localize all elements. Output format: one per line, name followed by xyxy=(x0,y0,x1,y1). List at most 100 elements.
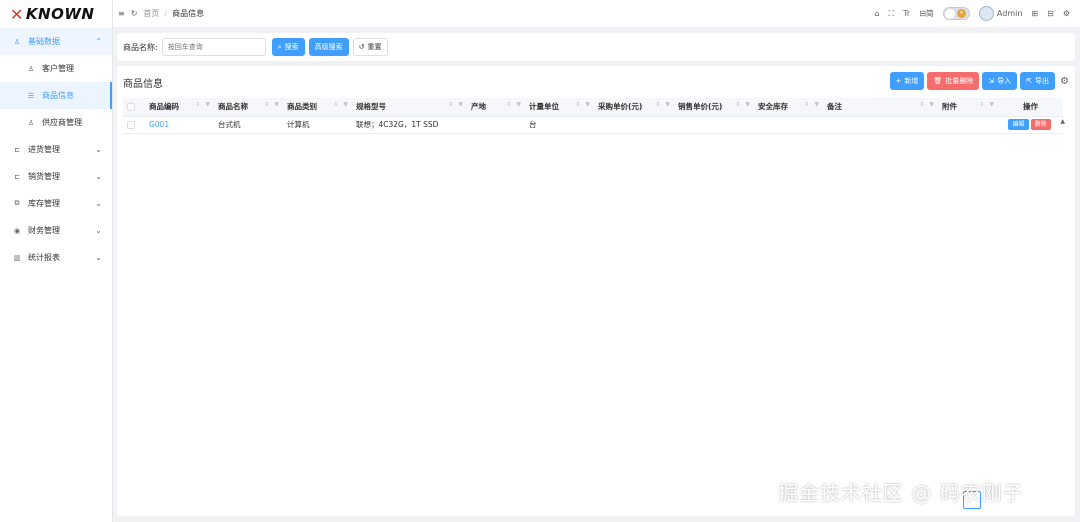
advanced-search-button[interactable]: 高级搜索 xyxy=(308,38,349,56)
col-sale-price[interactable]: 销售单价(元) ⇕ ▼ xyxy=(674,98,754,117)
menu-group-purchase[interactable]: ⊏ 进货管理 ⌄ xyxy=(0,136,112,163)
import-button[interactable]: ⇲ 导入 xyxy=(982,72,1018,90)
menu-fold-icon[interactable]: ≡ xyxy=(118,9,125,18)
sort-icon[interactable]: ⇕ xyxy=(979,101,984,108)
chevron-down-icon: ⌄ xyxy=(95,253,102,262)
import-icon: ⇲ xyxy=(988,77,995,85)
user-menu[interactable]: Admin xyxy=(978,6,1022,21)
filter-icon[interactable]: ▼ xyxy=(745,101,750,108)
filter-icon[interactable]: ▼ xyxy=(205,101,210,108)
language-switch[interactable]: ⊟简 xyxy=(919,8,934,19)
header-toolbar: ⌂ ⛶ Tr ⊟简 ☀ Admin ⊞ ⊟ ⚙ xyxy=(875,0,1070,27)
export-icon: ⇱ xyxy=(1026,77,1033,85)
menu-group-basic-data[interactable]: ♙ 基础数据 ⌃ xyxy=(0,28,112,55)
add-button[interactable]: + 新增 xyxy=(889,72,925,90)
sun-icon: ☀ xyxy=(956,9,966,18)
tabs-icon[interactable]: ⊟ xyxy=(1047,9,1054,18)
font-size-button[interactable]: Tr xyxy=(903,9,910,18)
sort-icon[interactable]: ⇕ xyxy=(333,101,338,108)
row-checkbox[interactable] xyxy=(127,121,135,129)
product-name-input[interactable] xyxy=(161,38,266,56)
col-attachment[interactable]: 附件 ⇕ ▼ xyxy=(938,98,998,117)
filter-icon[interactable]: ▼ xyxy=(665,101,670,108)
reset-button[interactable]: ↺ 重置 xyxy=(352,38,388,56)
scroll-up-icon[interactable]: ▲ xyxy=(1060,118,1065,125)
filter-icon[interactable]: ▼ xyxy=(458,101,463,108)
col-operation: 操作 xyxy=(998,98,1063,117)
layout-icon[interactable]: ⊞ xyxy=(1031,9,1038,18)
column-settings-icon[interactable]: ⚙ xyxy=(1060,76,1069,87)
product-table: 商品编码 ⇕ ▼ 商品名称 ⇕ ▼ 商品类别 ⇕ ▼ 规格型号 ⇕ ▼ 产地 ⇕ ▼ 计量单位 ⇕ ▼ … xyxy=(123,98,1063,134)
panel-actions: + 新增 🗑 批量删除 ⇲ 导入 ⇱ 导出 ⚙ xyxy=(889,72,1069,90)
sort-icon[interactable]: ⇕ xyxy=(264,101,269,108)
cell-attachment xyxy=(938,116,998,134)
edit-button[interactable]: 编辑 xyxy=(1008,119,1029,130)
menu-group-stock[interactable]: ⧉ 库存管理 ⌄ xyxy=(0,190,112,217)
theme-toggle[interactable]: ☀ xyxy=(942,7,970,20)
export-button[interactable]: ⇱ 导出 xyxy=(1020,72,1056,90)
brand-logo[interactable]: ✕ KNOWN xyxy=(0,0,112,28)
row-select-cell xyxy=(123,116,145,134)
fullscreen-icon[interactable]: ⛶ xyxy=(889,9,895,19)
cell-category: 计算机 xyxy=(283,116,352,134)
filter-icon[interactable]: ▼ xyxy=(989,101,994,108)
sidebar-item-customer[interactable]: ♙ 客户管理 xyxy=(0,55,112,82)
product-panel: 商品信息 + 新增 🗑 批量删除 ⇲ 导入 ⇱ 导出 ⚙ 商品编码 ⇕ ▼ 商品名称 ⇕ ▼ 商… xyxy=(117,66,1075,516)
breadcrumb-home[interactable]: 首页 xyxy=(143,8,159,19)
side-menu: ♙ 基础数据 ⌃ ♙ 客户管理 ☰ 商品信息 ♙ 供应商管理 ⊏ 进货管理 ⌄ … xyxy=(0,28,112,271)
sort-icon[interactable]: ⇕ xyxy=(804,101,809,108)
chevron-up-icon: ⌃ xyxy=(95,37,102,46)
cell-code[interactable]: G001 xyxy=(145,116,214,134)
sort-icon[interactable]: ⇕ xyxy=(506,101,511,108)
toggle-knob xyxy=(944,9,955,19)
delete-button[interactable]: 删除 xyxy=(1030,119,1051,130)
panel-title: 商品信息 xyxy=(123,79,163,90)
cell-name: 台式机 xyxy=(214,116,283,134)
breadcrumb-current: 商品信息 xyxy=(172,9,205,18)
select-all-checkbox[interactable] xyxy=(127,103,135,112)
col-purchase-price[interactable]: 采购单价(元) ⇕ ▼ xyxy=(594,98,674,117)
col-code[interactable]: 商品编码 ⇕ ▼ xyxy=(145,98,214,117)
filter-icon[interactable]: ▼ xyxy=(343,101,348,108)
sort-icon[interactable]: ⇕ xyxy=(575,101,580,108)
finance-icon: ◉ xyxy=(13,226,21,235)
menu-group-report[interactable]: ▥ 统计报表 ⌄ xyxy=(0,244,112,271)
sort-icon[interactable]: ⇕ xyxy=(919,101,924,108)
home-icon[interactable]: ⌂ xyxy=(875,9,880,18)
col-remark[interactable]: 备注 ⇕ ▼ xyxy=(823,98,938,117)
filter-icon[interactable]: ▼ xyxy=(274,101,279,108)
filter-icon[interactable]: ▼ xyxy=(814,101,819,108)
batch-delete-button[interactable]: 🗑 批量删除 xyxy=(927,72,980,90)
refresh-icon[interactable]: ↻ xyxy=(131,9,138,18)
col-origin[interactable]: 产地 ⇕ ▼ xyxy=(467,98,525,117)
product-code-link[interactable]: G001 xyxy=(149,120,169,129)
col-name[interactable]: 商品名称 ⇕ ▼ xyxy=(214,98,283,117)
sort-icon[interactable]: ⇕ xyxy=(448,101,453,108)
export-icon: ⊏ xyxy=(14,172,20,181)
col-unit[interactable]: 计量单位 ⇕ ▼ xyxy=(525,98,594,117)
col-safety-stock[interactable]: 安全库存 ⇕ ▼ xyxy=(754,98,823,117)
menu-group-sales[interactable]: ⊏ 销货管理 ⌄ xyxy=(0,163,112,190)
search-bar: 商品名称: ⌕搜索 高级搜索 ↺重置 xyxy=(117,33,1075,61)
sidebar-item-supplier[interactable]: ♙ 供应商管理 xyxy=(0,109,112,136)
cell-origin xyxy=(467,116,525,134)
list-icon: ☰ xyxy=(27,91,35,100)
col-spec[interactable]: 规格型号 ⇕ ▼ xyxy=(352,98,467,117)
sidebar-item-product[interactable]: ☰ 商品信息 xyxy=(0,82,112,109)
table-row[interactable]: G001 台式机 计算机 联想；4C32G，1T SSD 台 编辑 删除 xyxy=(123,116,1063,134)
cell-purchase-price xyxy=(594,116,674,134)
sort-icon[interactable]: ⇕ xyxy=(655,101,660,108)
logo-mark-icon: ✕ xyxy=(10,4,24,24)
filter-icon[interactable]: ▼ xyxy=(516,101,521,108)
settings-icon[interactable]: ⚙ xyxy=(1063,9,1070,18)
sort-icon[interactable]: ⇕ xyxy=(735,101,740,108)
cell-sale-price xyxy=(674,116,754,134)
filter-icon[interactable]: ▼ xyxy=(929,101,934,108)
menu-group-finance[interactable]: ◉ 财务管理 ⌄ xyxy=(0,217,112,244)
col-category[interactable]: 商品类别 ⇕ ▼ xyxy=(283,98,352,117)
filter-icon[interactable]: ▼ xyxy=(585,101,590,108)
sort-icon[interactable]: ⇕ xyxy=(195,101,200,108)
cell-safety-stock xyxy=(754,116,823,134)
search-button[interactable]: ⌕ 搜索 xyxy=(271,38,305,56)
select-all-cell xyxy=(123,98,145,117)
